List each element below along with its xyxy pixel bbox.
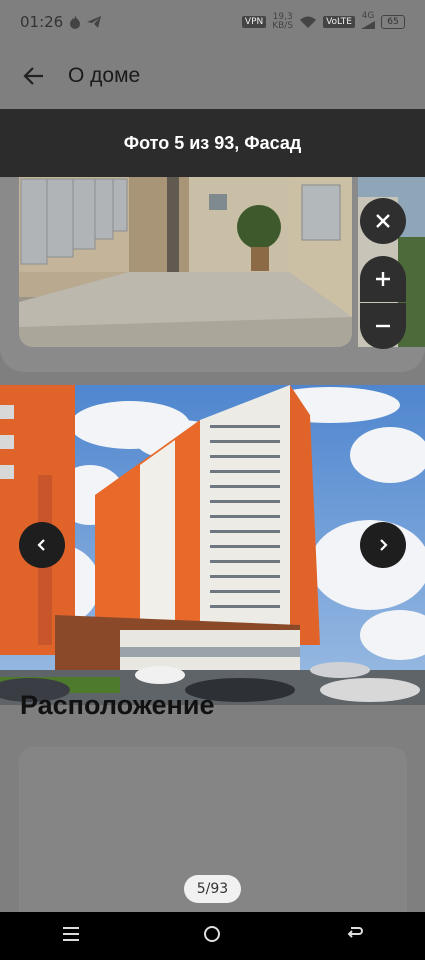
menu-icon <box>62 927 79 941</box>
previous-photo[interactable] <box>19 177 352 347</box>
status-left: 01:26 <box>20 13 102 31</box>
photo-caption-bar: Фото 5 из 93, Фасад <box>0 109 425 177</box>
vpn-badge: VPN <box>241 16 267 28</box>
zoom-in-button[interactable] <box>360 256 406 302</box>
system-nav-bar <box>0 912 425 960</box>
volte-badge: VoLTE <box>323 16 355 28</box>
signal-icon <box>361 21 375 29</box>
home-circle-icon <box>204 926 221 942</box>
status-right: VPN 19,3 KB/S VoLTE 4G 65 <box>241 12 405 32</box>
net-speed: 19,3 KB/S <box>272 13 293 31</box>
chevron-right-icon <box>380 539 388 551</box>
back-system-button[interactable] <box>345 926 364 946</box>
photo-counter-badge: 5/93 <box>184 875 241 903</box>
page-title: О доме <box>68 64 141 87</box>
back-arrow-icon <box>347 927 364 938</box>
recent-apps-button[interactable] <box>62 926 80 946</box>
chevron-left-icon <box>37 539 45 551</box>
photo-caption: Фото 5 из 93, Фасад <box>123 132 302 153</box>
network-type: 4G <box>361 11 375 21</box>
telegram-icon <box>87 16 102 28</box>
app-bar: О доме <box>0 48 425 104</box>
status-time: 01:26 <box>20 13 64 31</box>
wifi-icon <box>300 16 317 28</box>
close-icon <box>376 214 390 228</box>
battery-icon: 65 <box>381 15 405 29</box>
zoom-out-button[interactable] <box>360 303 406 349</box>
arrow-left-icon <box>23 67 43 85</box>
close-button[interactable] <box>360 198 406 244</box>
minus-icon <box>376 324 390 328</box>
net-speed-unit: KB/S <box>272 21 294 31</box>
next-photo-button[interactable] <box>360 522 406 568</box>
status-bar: 01:26 VPN 19,3 KB/S VoLTE 4G 65 <box>0 0 425 44</box>
previous-photo-button[interactable] <box>19 522 65 568</box>
plus-icon <box>376 272 390 286</box>
lobby-image <box>19 177 352 347</box>
signal-4g: 4G <box>361 12 375 32</box>
home-button[interactable] <box>203 925 221 947</box>
flame-icon <box>70 15 81 29</box>
section-heading: Расположение <box>20 690 215 720</box>
back-button[interactable] <box>20 62 48 90</box>
